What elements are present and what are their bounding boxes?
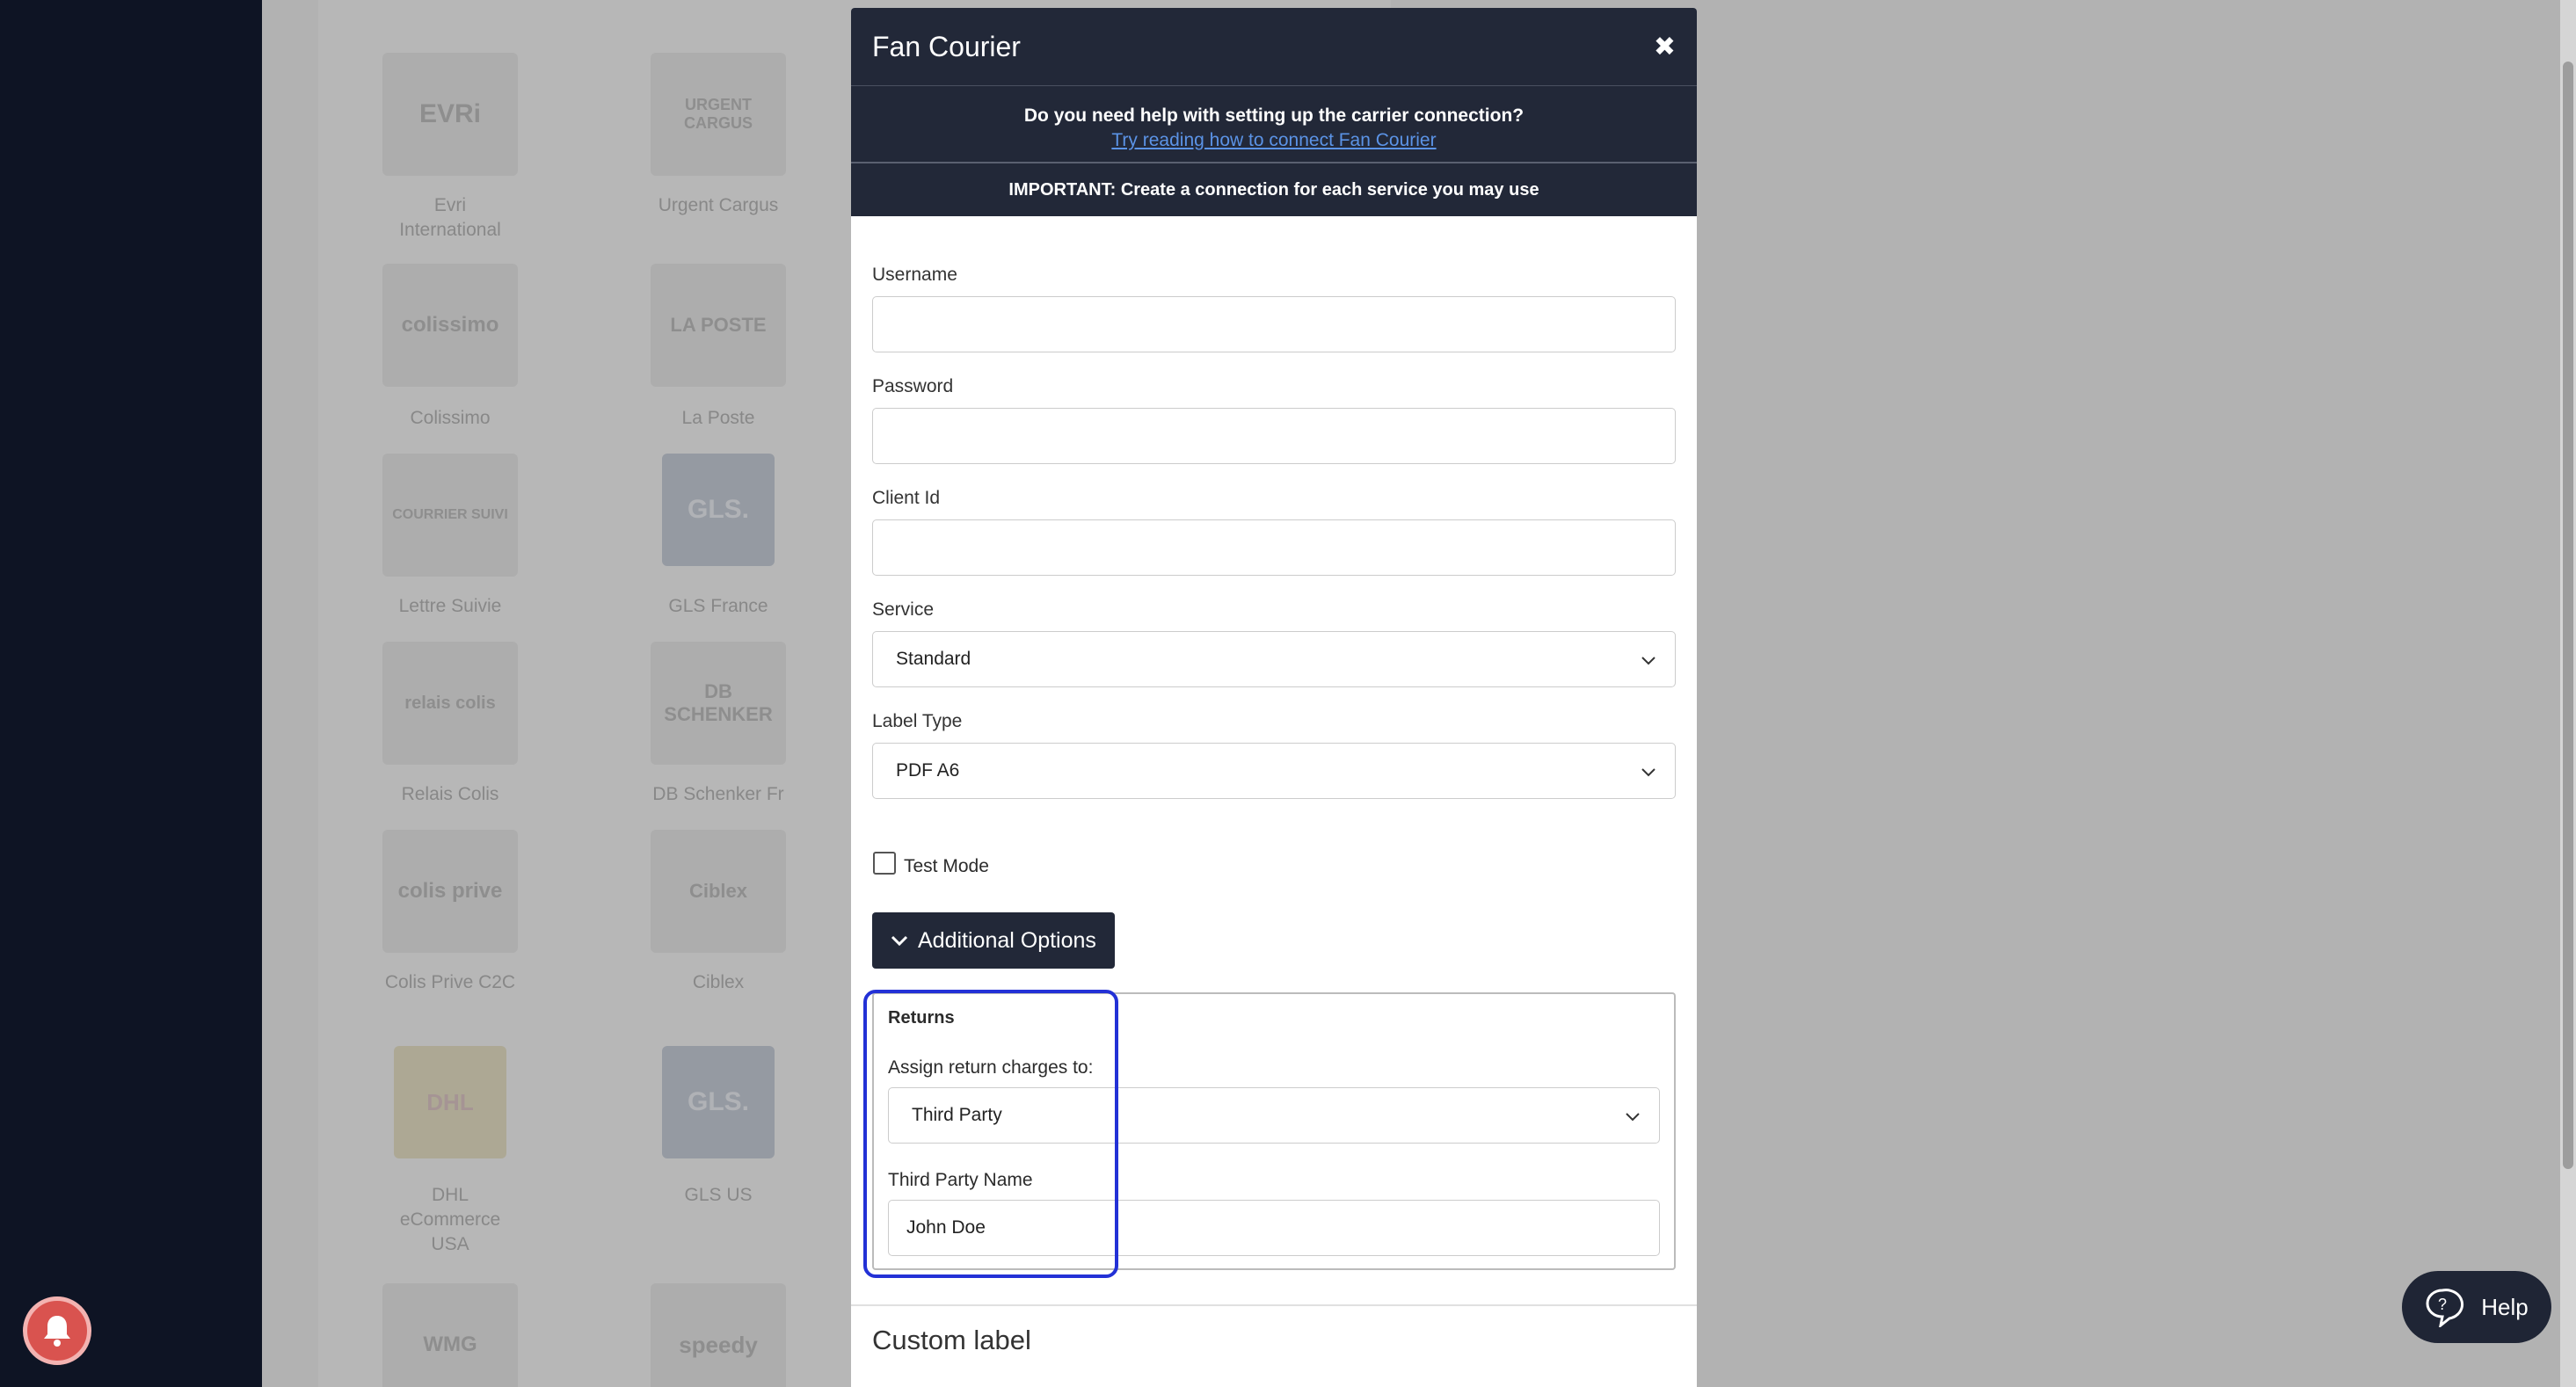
chevron-down-icon: [1626, 1113, 1640, 1122]
important-banner: IMPORTANT: Create a connection for each …: [851, 163, 1697, 216]
test-mode-checkbox[interactable]: [873, 852, 896, 875]
section-divider: [851, 1304, 1697, 1306]
chevron-down-icon: [1641, 657, 1655, 665]
additional-options-label: Additional Options: [918, 927, 1096, 953]
service-label: Service: [872, 599, 935, 620]
client-id-label: Client Id: [872, 488, 941, 508]
username-input[interactable]: [872, 296, 1676, 352]
password-input[interactable]: [872, 408, 1676, 464]
chevron-down-icon: [1641, 768, 1655, 777]
carrier-connection-modal: Fan Courier ✖ Do you need help with sett…: [851, 8, 1697, 1387]
label-type-label: Label Type: [872, 711, 963, 731]
client-id-input[interactable]: [872, 519, 1676, 576]
service-select-value: Standard: [896, 649, 971, 669]
help-banner: Do you need help with setting up the car…: [851, 86, 1697, 163]
username-label: Username: [872, 265, 957, 285]
help-question: Do you need help with setting up the car…: [1023, 105, 1524, 126]
bell-icon: [44, 1316, 70, 1347]
page-scrollbar[interactable]: [2560, 0, 2576, 1387]
help-widget-label: Help: [2481, 1293, 2529, 1320]
custom-label-heading: Custom label: [872, 1325, 1031, 1355]
modal-header: Fan Courier ✖: [851, 8, 1697, 86]
notification-bell-button[interactable]: [23, 1296, 91, 1365]
svg-text:?: ?: [2438, 1296, 2447, 1313]
scrollbar-thumb[interactable]: [2563, 62, 2573, 1169]
additional-options-button[interactable]: Additional Options: [872, 912, 1115, 969]
modal-title: Fan Courier: [872, 30, 1021, 62]
test-mode-label: Test Mode: [904, 856, 989, 876]
app-sidebar: [0, 0, 262, 1387]
returns-highlight-box: [863, 990, 1118, 1278]
label-type-select[interactable]: PDF A6: [872, 743, 1676, 799]
close-icon[interactable]: ✖: [1654, 32, 1676, 62]
chevron-down-icon: [891, 935, 908, 947]
password-label: Password: [872, 376, 954, 396]
label-type-select-value: PDF A6: [896, 760, 960, 781]
help-link[interactable]: Try reading how to connect Fan Courier: [851, 128, 1697, 153]
chat-question-icon: ?: [2426, 1289, 2464, 1327]
service-select[interactable]: Standard: [872, 631, 1676, 687]
help-widget-button[interactable]: ? Help: [2402, 1271, 2551, 1343]
